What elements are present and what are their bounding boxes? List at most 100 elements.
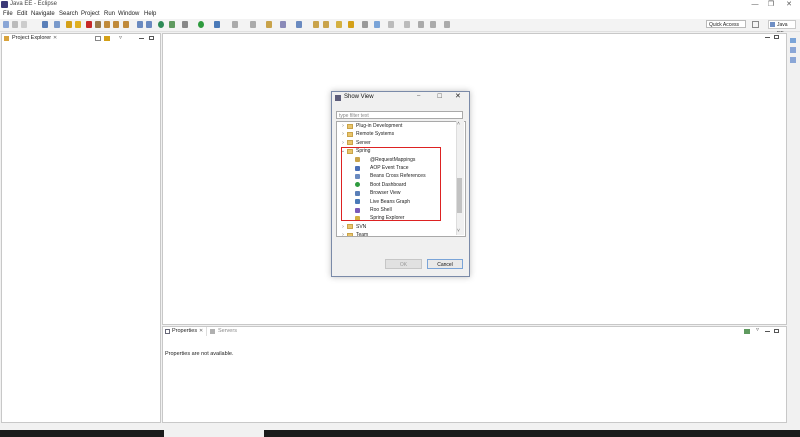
tab-project-explorer[interactable]: Project Explorer xyxy=(2,34,60,43)
build-icon[interactable] xyxy=(146,21,152,28)
minimize-view-icon[interactable] xyxy=(139,38,144,39)
tree-folder[interactable]: › Plug-in Development xyxy=(337,122,457,130)
expand-arrow-icon[interactable]: › xyxy=(340,231,346,236)
mark-occurrences-icon[interactable] xyxy=(348,21,354,28)
back-icon[interactable] xyxy=(430,21,436,28)
toggle-breadcrumb-icon[interactable] xyxy=(137,21,143,28)
dialog-close-button[interactable]: ✕ xyxy=(455,92,461,100)
menu-edit[interactable]: Edit xyxy=(17,11,27,17)
main-toolbar xyxy=(0,19,800,32)
folder-icon xyxy=(347,123,353,129)
gear-icon[interactable] xyxy=(182,21,188,28)
expand-arrow-icon[interactable]: › xyxy=(340,223,346,231)
run-icon[interactable] xyxy=(198,21,204,28)
menu-run[interactable]: Run xyxy=(104,11,115,17)
new-server-icon[interactable] xyxy=(169,21,175,28)
tree-folder[interactable]: › Remote Systems xyxy=(337,130,457,138)
spring-boot-icon[interactable] xyxy=(158,21,164,28)
whitespace-icon[interactable] xyxy=(374,21,380,28)
editor-area xyxy=(162,33,787,325)
tree-item-label: Remote Systems xyxy=(356,131,395,138)
outline-icon[interactable] xyxy=(790,47,796,53)
terminal-icon[interactable] xyxy=(42,21,48,28)
close-tab-icon[interactable]: ✕ xyxy=(53,35,57,41)
minimize-editor-icon[interactable] xyxy=(765,37,770,38)
folder-icon xyxy=(347,224,353,230)
debug-skip-icon[interactable] xyxy=(66,21,72,28)
quick-access-input[interactable]: Quick Access xyxy=(706,20,746,28)
external-tools-icon[interactable] xyxy=(250,21,256,28)
minimize-view-icon[interactable] xyxy=(765,331,770,332)
open-type-icon[interactable] xyxy=(266,21,272,28)
console-icon[interactable] xyxy=(54,21,60,28)
pin-icon[interactable] xyxy=(362,21,368,28)
save-all-icon[interactable] xyxy=(21,21,27,28)
folder-icon xyxy=(347,131,353,137)
dialog-maximize-button[interactable]: ☐ xyxy=(437,93,442,100)
new-server-icon[interactable] xyxy=(744,329,750,334)
menu-navigate[interactable]: Navigate xyxy=(31,11,55,17)
dialog-minimize-button[interactable]: – xyxy=(417,93,420,99)
close-button[interactable]: ✕ xyxy=(778,0,800,10)
red-highlight-box xyxy=(341,147,441,221)
restore-icon[interactable] xyxy=(790,38,796,43)
menu-search[interactable]: Search xyxy=(59,11,78,17)
resume-icon[interactable] xyxy=(75,21,81,28)
step-return-icon[interactable] xyxy=(123,21,129,28)
prev-annotation-icon[interactable] xyxy=(404,21,410,28)
tab-servers[interactable]: Servers xyxy=(209,327,249,336)
link-editor-icon[interactable] xyxy=(104,36,110,41)
new-java-class-icon[interactable] xyxy=(280,21,286,28)
close-tab-icon[interactable]: ✕ xyxy=(199,328,203,334)
tree-folder[interactable]: › Server xyxy=(337,139,457,147)
properties-message: Properties are not available. xyxy=(165,351,234,357)
scroll-up-icon[interactable]: ˄ xyxy=(457,121,460,127)
web-browser-icon[interactable] xyxy=(296,21,302,28)
folder-icon xyxy=(347,140,353,146)
save-icon[interactable] xyxy=(12,21,18,28)
scrollbar-thumb[interactable] xyxy=(457,178,462,213)
debug-icon[interactable] xyxy=(214,21,220,28)
tree-folder[interactable]: › Team xyxy=(337,231,457,237)
maximize-view-icon[interactable] xyxy=(149,36,154,40)
menu-window[interactable]: Window xyxy=(118,11,139,17)
ok-button[interactable]: OK xyxy=(385,259,422,269)
menu-file[interactable]: File xyxy=(3,11,13,17)
expand-arrow-icon[interactable]: › xyxy=(340,122,346,130)
eclipse-app-icon xyxy=(1,1,8,8)
folder-icon xyxy=(347,232,353,236)
maximize-editor-icon[interactable] xyxy=(774,35,779,39)
taskbar-segment xyxy=(164,430,264,437)
filter-input[interactable]: type filter text xyxy=(336,111,463,119)
menu-bar: File Edit Navigate Search Project Run Wi… xyxy=(0,10,800,19)
forward-icon[interactable] xyxy=(444,21,450,28)
last-edit-icon[interactable] xyxy=(418,21,424,28)
collapse-all-icon[interactable] xyxy=(95,36,101,41)
task-list-icon[interactable] xyxy=(790,57,796,63)
expand-arrow-icon[interactable]: › xyxy=(340,130,346,138)
scroll-down-icon[interactable]: ˅ xyxy=(457,228,460,234)
open-task-icon[interactable] xyxy=(313,21,319,28)
tree-item-label: SVN xyxy=(356,223,367,230)
cancel-button[interactable]: Cancel xyxy=(427,259,463,269)
annotation-icon[interactable] xyxy=(336,21,342,28)
menu-help[interactable]: Help xyxy=(144,11,156,17)
menu-project[interactable]: Project xyxy=(81,11,100,17)
search-icon[interactable] xyxy=(323,21,329,28)
tree-item-label: Team xyxy=(356,232,369,237)
disconnect-icon[interactable] xyxy=(95,21,101,28)
terminate-icon[interactable] xyxy=(86,21,92,28)
title-bar xyxy=(0,0,800,10)
coverage-icon[interactable] xyxy=(232,21,238,28)
view-menu-icon[interactable]: ▿ xyxy=(756,326,759,333)
open-perspective-icon[interactable] xyxy=(752,21,759,28)
view-menu-icon[interactable]: ▿ xyxy=(119,34,122,41)
step-over-icon[interactable] xyxy=(113,21,119,28)
maximize-view-icon[interactable] xyxy=(774,329,779,333)
new-icon[interactable] xyxy=(3,21,9,28)
expand-arrow-icon[interactable]: › xyxy=(340,139,346,147)
step-into-icon[interactable] xyxy=(104,21,110,28)
tree-folder[interactable]: › SVN xyxy=(337,223,457,231)
next-annotation-icon[interactable] xyxy=(388,21,394,28)
perspective-icon xyxy=(770,22,775,27)
